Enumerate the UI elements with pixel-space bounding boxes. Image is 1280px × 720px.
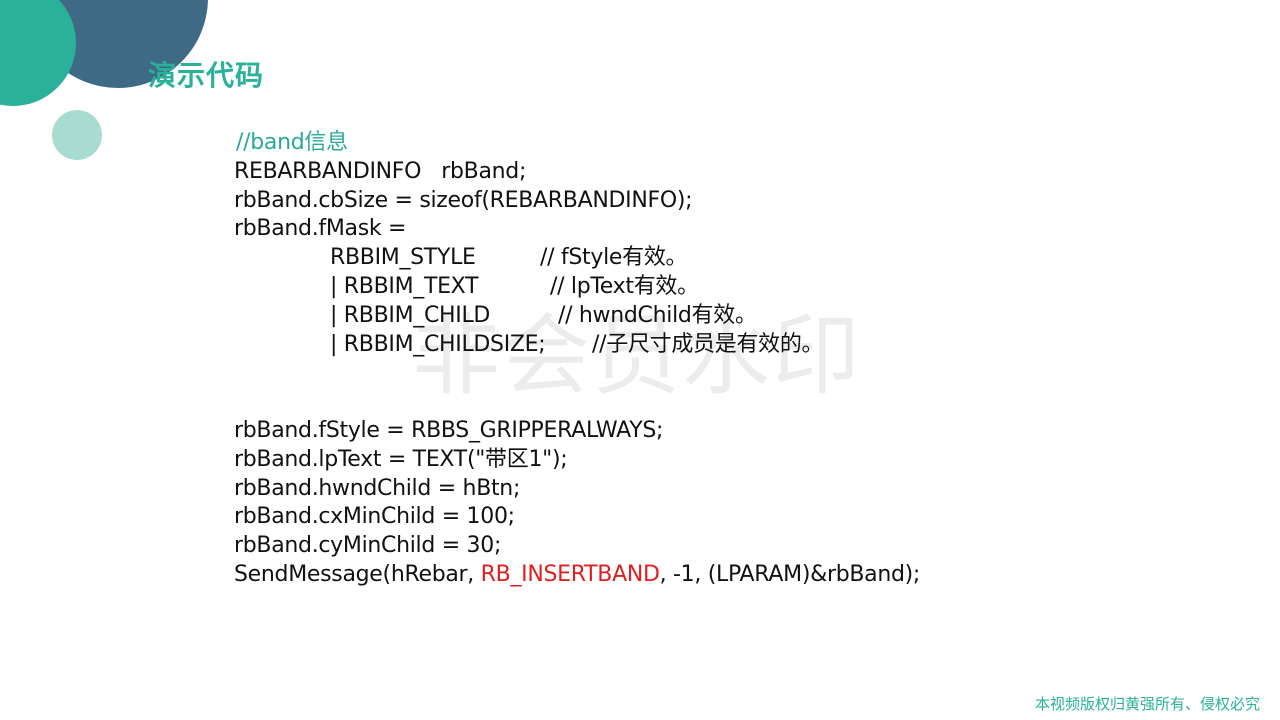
code-line-mask-text: | RBBIM_TEXT (330, 274, 479, 299)
code-comment-mask-style: // fStyle有效。 (540, 245, 688, 270)
code-comment-band-info: //band信息 (236, 130, 348, 155)
code-line-cbsize: rbBand.cbSize = sizeof(REBARBANDINFO); (234, 188, 693, 213)
slide: 演示代码 非会员水印 //band信息 REBARBANDINFO rbBand… (0, 0, 1280, 720)
code-line-mask-child: | RBBIM_CHILD (330, 303, 491, 328)
code-line-hwndchild: rbBand.hwndChild = hBtn; (234, 476, 521, 501)
code-line-declaration: REBARBANDINFO rbBand; (234, 159, 527, 184)
code-comment-mask-childsize: //子尺寸成员是有效的。 (592, 332, 824, 357)
sendmessage-suffix: , -1, (LPARAM)&rbBand); (659, 562, 921, 587)
copyright-footer: 本视频版权归黄强所有、侵权必究 (1034, 695, 1260, 713)
code-comment-mask-text: // lpText有效。 (550, 274, 699, 299)
code-line-sendmessage: SendMessage(hRebar, RB_INSERTBAND, -1, (… (234, 560, 920, 589)
code-line-cxminchild: rbBand.cxMinChild = 100; (234, 504, 515, 529)
code-line-lptext: rbBand.lpText = TEXT("带区1"); (234, 447, 568, 472)
code-line-fmask: rbBand.fMask = (234, 216, 407, 241)
code-comment-mask-child: // hwndChild有效。 (558, 303, 757, 328)
code-line-fstyle: rbBand.fStyle = RBBS_GRIPPERALWAYS; (234, 418, 664, 443)
code-line-mask-style: RBBIM_STYLE (330, 245, 476, 270)
code-line-mask-childsize: | RBBIM_CHILDSIZE; (330, 332, 546, 357)
sendmessage-prefix: SendMessage(hRebar, (234, 562, 481, 587)
code-line-cyminchild: rbBand.cyMinChild = 30; (234, 533, 502, 558)
code-block: //band信息 REBARBANDINFO rbBand; rbBand.cb… (0, 0, 1280, 720)
sendmessage-highlight: RB_INSERTBAND (480, 562, 660, 587)
